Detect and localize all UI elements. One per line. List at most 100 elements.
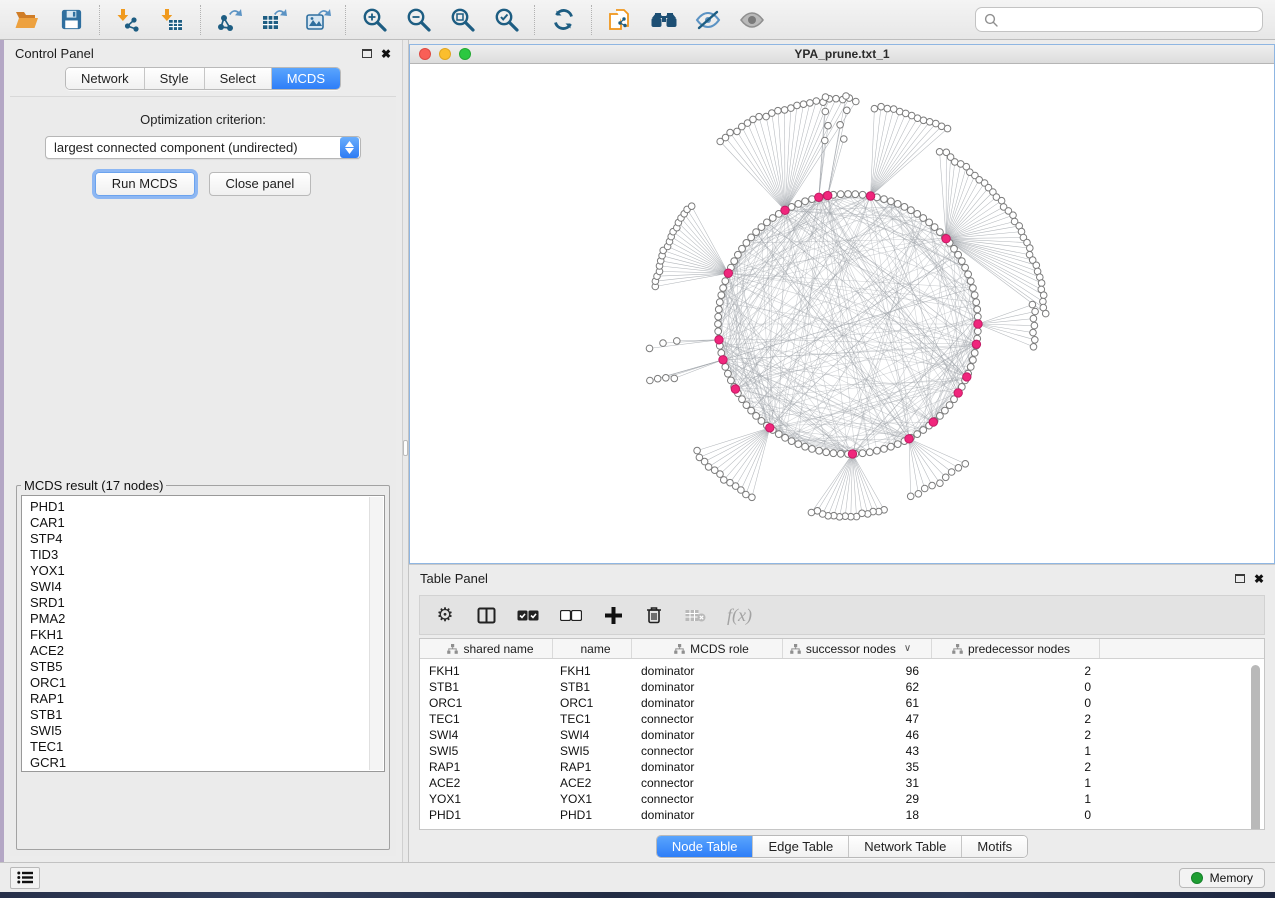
delete-column-icon[interactable] <box>644 606 664 624</box>
table-row[interactable]: STB1STB1dominator620 <box>420 679 1264 695</box>
column-header-successor-nodes[interactable]: successor nodes ∨ <box>783 639 932 658</box>
select-all-icon[interactable] <box>517 610 539 621</box>
main-toolbar <box>0 0 1275 40</box>
mcds-result-item[interactable]: ACE2 <box>30 643 384 659</box>
zoom-in-icon[interactable] <box>359 5 389 35</box>
save-session-icon[interactable] <box>56 5 86 35</box>
search-field[interactable] <box>975 7 1263 32</box>
hide-selected-icon[interactable] <box>693 5 723 35</box>
table-cell: 29 <box>783 792 932 806</box>
float-panel-icon[interactable] <box>362 49 372 58</box>
refresh-icon[interactable] <box>548 5 578 35</box>
memory-button[interactable]: Memory <box>1179 868 1265 888</box>
mcds-result-item[interactable]: GCR1 <box>30 755 384 771</box>
table-row[interactable]: YOX1YOX1connector291 <box>420 791 1264 807</box>
column-header-mcds-role[interactable]: MCDS role <box>632 639 783 658</box>
tab-network[interactable]: Network <box>66 68 145 89</box>
mcds-result-item[interactable]: SWI4 <box>30 579 384 595</box>
column-header-predecessor-nodes[interactable]: predecessor nodes <box>932 639 1100 658</box>
table-row[interactable]: ACE2ACE2connector311 <box>420 775 1264 791</box>
tab-node-table[interactable]: Node Table <box>657 836 754 857</box>
table-cell: 47 <box>783 712 932 726</box>
list-scrollbar[interactable] <box>369 497 383 770</box>
table-row[interactable]: RAP1RAP1dominator352 <box>420 759 1264 775</box>
table-cell: 96 <box>783 664 932 678</box>
tab-select[interactable]: Select <box>205 68 272 89</box>
table-cell: 31 <box>783 776 932 790</box>
mcds-result-item[interactable]: PMA2 <box>30 611 384 627</box>
close-table-panel-icon[interactable]: ✖ <box>1254 573 1264 585</box>
column-header-shared-name[interactable]: shared name <box>420 639 553 658</box>
node-table: shared name name MCDS role successor nod… <box>419 638 1265 830</box>
import-table-icon[interactable] <box>157 5 187 35</box>
table-row[interactable]: SWI4SWI4dominator462 <box>420 727 1264 743</box>
import-network-icon[interactable] <box>113 5 143 35</box>
mcds-result-item[interactable]: RAP1 <box>30 691 384 707</box>
table-row[interactable]: TEC1TEC1connector472 <box>420 711 1264 727</box>
task-history-button[interactable] <box>10 867 40 889</box>
table-row[interactable]: ORC1ORC1dominator610 <box>420 695 1264 711</box>
mcds-result-item[interactable]: YOX1 <box>30 563 384 579</box>
memory-label: Memory <box>1210 871 1253 885</box>
network-view-titlebar[interactable]: YPA_prune.txt_1 <box>410 45 1274 64</box>
tab-motifs[interactable]: Motifs <box>962 836 1027 857</box>
column-visibility-icon[interactable] <box>476 607 496 624</box>
delete-table-icon <box>685 609 706 622</box>
mcds-result-list[interactable]: PHD1CAR1STP4TID3YOX1SWI4SRD1PMA2FKH1ACE2… <box>21 495 385 772</box>
mcds-result-item[interactable]: SRD1 <box>30 595 384 611</box>
criterion-select[interactable]: largest connected component (undirected) <box>45 136 361 159</box>
mcds-result-item[interactable]: TID3 <box>30 547 384 563</box>
add-column-icon[interactable] <box>603 607 623 624</box>
show-all-icon[interactable] <box>737 5 767 35</box>
splitter-handle[interactable] <box>403 440 408 456</box>
mcds-result-item[interactable]: SWI5 <box>30 723 384 739</box>
table-cell: dominator <box>632 728 783 742</box>
table-row[interactable]: FKH1FKH1dominator962 <box>420 663 1264 679</box>
close-panel-button[interactable]: Close panel <box>209 172 312 196</box>
tab-edge-table[interactable]: Edge Table <box>753 836 849 857</box>
table-cell: STB1 <box>553 680 632 694</box>
deselect-all-icon[interactable] <box>560 610 582 621</box>
export-table-icon[interactable] <box>258 5 288 35</box>
search-input[interactable] <box>1003 11 1254 28</box>
mcds-result-item[interactable]: CAR1 <box>30 515 384 531</box>
network-graph[interactable] <box>410 64 1274 561</box>
mcds-result-item[interactable]: ORC1 <box>30 675 384 691</box>
maximize-window-icon[interactable] <box>459 48 471 60</box>
table-cell: FKH1 <box>553 664 632 678</box>
new-network-from-selection-icon[interactable] <box>605 5 635 35</box>
minimize-window-icon[interactable] <box>439 48 451 60</box>
export-image-icon[interactable] <box>302 5 332 35</box>
table-cell: 2 <box>932 712 1100 726</box>
float-table-panel-icon[interactable] <box>1235 574 1245 583</box>
close-window-icon[interactable] <box>419 48 431 60</box>
zoom-selected-icon[interactable] <box>491 5 521 35</box>
close-panel-icon[interactable]: ✖ <box>381 48 391 60</box>
network-canvas[interactable] <box>410 64 1274 563</box>
table-cell: SWI4 <box>553 728 632 742</box>
open-file-icon[interactable] <box>12 5 42 35</box>
table-cell: dominator <box>632 680 783 694</box>
table-scrollbar[interactable] <box>1251 665 1260 830</box>
mcds-result-item[interactable]: PHD1 <box>30 499 384 515</box>
export-network-icon[interactable] <box>214 5 244 35</box>
tab-mcds[interactable]: MCDS <box>272 68 340 89</box>
table-row[interactable]: SWI5SWI5connector431 <box>420 743 1264 759</box>
mcds-result-item[interactable]: STB1 <box>30 707 384 723</box>
binoculars-icon[interactable] <box>649 5 679 35</box>
mcds-result-item[interactable]: FKH1 <box>30 627 384 643</box>
tab-network-table[interactable]: Network Table <box>849 836 962 857</box>
table-body: FKH1FKH1dominator962STB1STB1dominator620… <box>420 663 1264 823</box>
tab-style[interactable]: Style <box>145 68 205 89</box>
vertical-splitter[interactable] <box>402 40 409 862</box>
settings-gear-icon[interactable]: ⚙ <box>435 604 455 627</box>
zoom-fit-icon[interactable] <box>447 5 477 35</box>
zoom-out-icon[interactable] <box>403 5 433 35</box>
mcds-result-item[interactable]: STB5 <box>30 659 384 675</box>
mcds-result-item[interactable]: STP4 <box>30 531 384 547</box>
table-row[interactable]: PHD1PHD1dominator180 <box>420 807 1264 823</box>
mcds-result-item[interactable]: TEC1 <box>30 739 384 755</box>
run-mcds-button[interactable]: Run MCDS <box>95 172 195 196</box>
mcds-result-title: MCDS result (17 nodes) <box>21 478 166 493</box>
column-header-name[interactable]: name <box>553 639 632 658</box>
